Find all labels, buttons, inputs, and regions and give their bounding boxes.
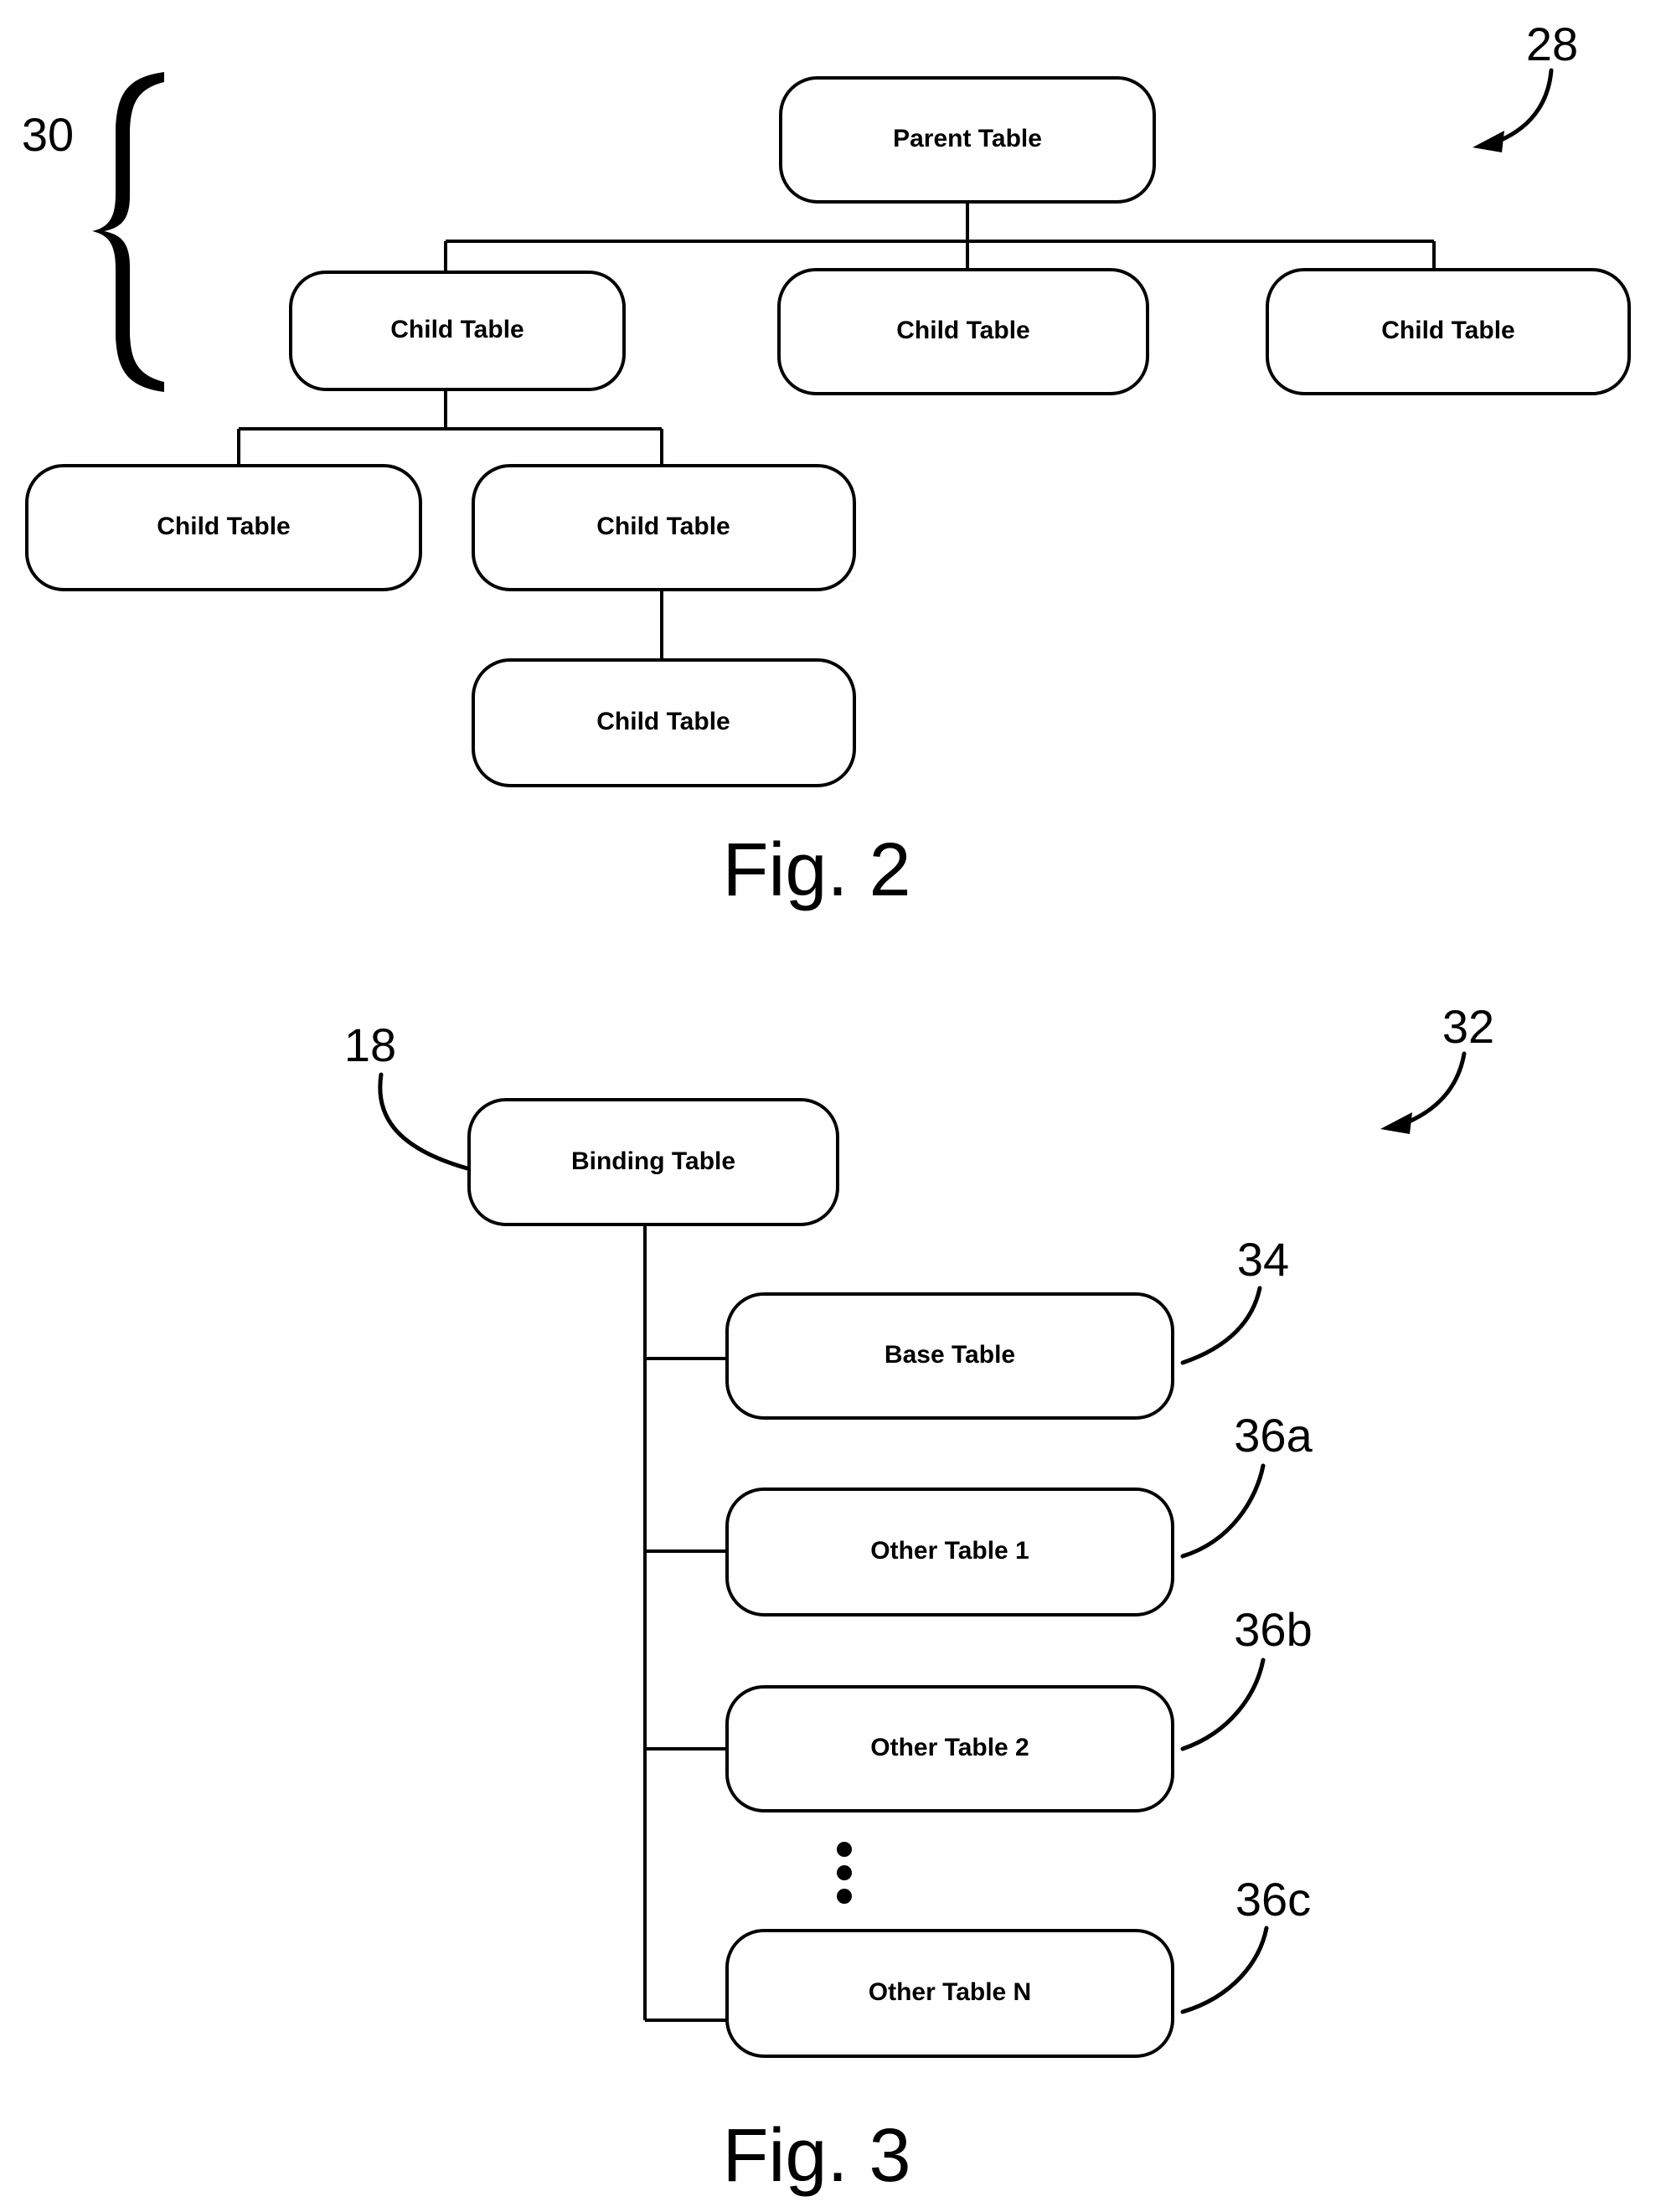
reference-numeral-36a: 36a <box>1234 1409 1313 1462</box>
node-child-table-2[interactable]: Child Table <box>777 268 1149 395</box>
vertical-ellipsis-icon <box>837 1842 852 1904</box>
reference-numeral-34: 34 <box>1237 1233 1289 1286</box>
leader-line-32 <box>1405 1051 1467 1125</box>
node-binding-table-label: Binding Table <box>571 1147 735 1175</box>
node-binding-table[interactable]: Binding Table <box>467 1098 839 1226</box>
node-child-table-5[interactable]: Child Table <box>472 464 856 591</box>
node-base-table-label: Base Table <box>885 1341 1015 1369</box>
leader-line-36c <box>1180 1926 1269 2014</box>
node-parent-table-label: Parent Table <box>893 125 1042 152</box>
group-bracket-30: 30 <box>22 72 164 392</box>
reference-callout-18: 18 <box>344 1018 470 1171</box>
reference-numeral-32: 32 <box>1442 1000 1494 1053</box>
ellipsis-dot-2 <box>837 1865 852 1880</box>
node-other-table-n[interactable]: Other Table N <box>725 1929 1174 2058</box>
reference-numeral-36b: 36b <box>1234 1603 1312 1656</box>
node-other-table-n-label: Other Table N <box>869 1978 1031 2006</box>
leader-line-36a <box>1180 1463 1266 1559</box>
reference-callout-36a: 36a <box>1180 1409 1313 1559</box>
leader-line-18 <box>378 1072 470 1171</box>
node-child-table-3-label: Child Table <box>1381 317 1514 344</box>
figure-3-caption: Fig. 3 <box>722 2114 910 2198</box>
figure-3: 32 18 Binding Table Base Table 34 Other … <box>344 1000 1494 2198</box>
node-other-table-1[interactable]: Other Table 1 <box>725 1488 1174 1616</box>
node-other-table-2-label: Other Table 2 <box>870 1734 1029 1761</box>
node-child-table-1-label: Child Table <box>390 316 524 343</box>
node-child-table-4[interactable]: Child Table <box>25 464 422 591</box>
ellipsis-dot-3 <box>837 1889 852 1904</box>
bracket-label-30: 30 <box>22 108 74 161</box>
node-child-table-5-label: Child Table <box>596 513 730 540</box>
leader-line-28 <box>1497 68 1554 143</box>
reference-callout-32: 32 <box>1380 1000 1494 1134</box>
reference-numeral-36c: 36c <box>1235 1873 1311 1926</box>
node-child-table-1[interactable]: Child Table <box>289 271 626 391</box>
node-child-table-4-label: Child Table <box>157 513 290 540</box>
arrowhead-28 <box>1473 131 1504 152</box>
reference-callout-28: 28 <box>1473 18 1578 152</box>
node-child-table-3[interactable]: Child Table <box>1266 268 1631 395</box>
fig3-connectors <box>643 1225 729 2022</box>
node-other-table-1-label: Other Table 1 <box>870 1537 1029 1565</box>
leader-line-34 <box>1180 1286 1262 1365</box>
reference-callout-34: 34 <box>1180 1233 1289 1365</box>
patent-drawing-page: 28 30 Parent Table Child Table Child Tab… <box>0 0 1666 2212</box>
arrowhead-32 <box>1380 1112 1412 1134</box>
node-parent-table[interactable]: Parent Table <box>779 76 1156 204</box>
node-child-table-2-label: Child Table <box>896 317 1029 344</box>
curly-brace-shape <box>92 72 164 392</box>
figure-2: 28 30 Parent Table Child Table Child Tab… <box>22 18 1631 912</box>
node-child-table-6-label: Child Table <box>596 708 730 735</box>
patent-figures-svg: 28 30 Parent Table Child Table Child Tab… <box>22 18 1631 2198</box>
reference-callout-36b: 36b <box>1180 1603 1313 1751</box>
reference-numeral-28: 28 <box>1526 18 1578 70</box>
ellipsis-dot-1 <box>837 1842 852 1857</box>
leader-line-36b <box>1180 1658 1266 1751</box>
node-other-table-2[interactable]: Other Table 2 <box>725 1685 1174 1812</box>
figure-2-caption: Fig. 2 <box>722 828 910 912</box>
reference-callout-36c: 36c <box>1180 1873 1311 2014</box>
node-child-table-6[interactable]: Child Table <box>472 658 856 787</box>
node-base-table[interactable]: Base Table <box>725 1292 1174 1420</box>
reference-numeral-18: 18 <box>344 1018 396 1071</box>
